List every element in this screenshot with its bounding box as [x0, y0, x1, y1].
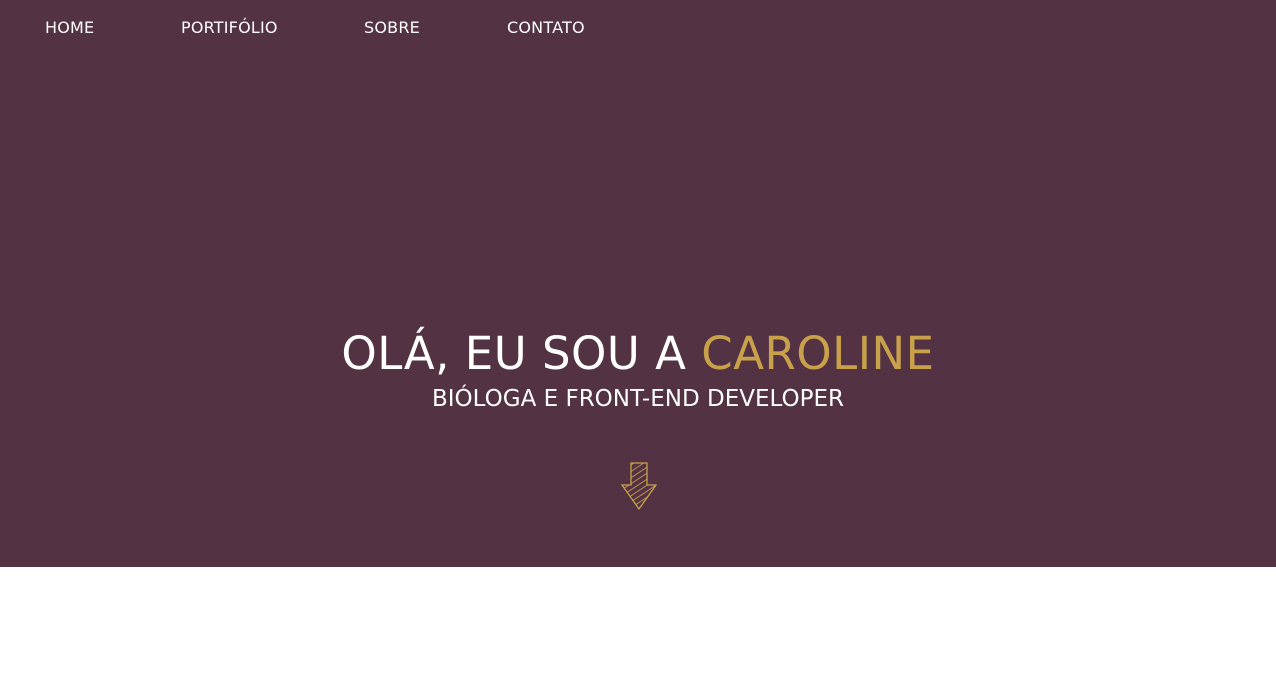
main-nav: HOME PORTIFÓLIO SOBRE CONTATO — [0, 0, 1276, 60]
hero-greeting: OLÁ, EU SOU A — [341, 327, 687, 380]
hero-subtitle: BIÓLOGA E FRONT-END DEVELOPER — [432, 386, 844, 412]
hero-name: CAROLINE — [701, 327, 935, 380]
page-content-area — [0, 567, 1276, 676]
hero-section: HOME PORTIFÓLIO SOBRE CONTATO OLÁ, EU SO… — [0, 0, 1276, 567]
nav-contato-link[interactable]: CONTATO — [507, 18, 585, 37]
down-arrow-icon[interactable] — [619, 461, 659, 511]
hero-headline: OLÁ, EU SOU A CAROLINE — [0, 324, 1276, 384]
nav-home-link[interactable]: HOME — [45, 18, 94, 37]
nav-sobre-link[interactable]: SOBRE — [364, 18, 420, 37]
nav-portfolio-link[interactable]: PORTIFÓLIO — [181, 18, 278, 37]
